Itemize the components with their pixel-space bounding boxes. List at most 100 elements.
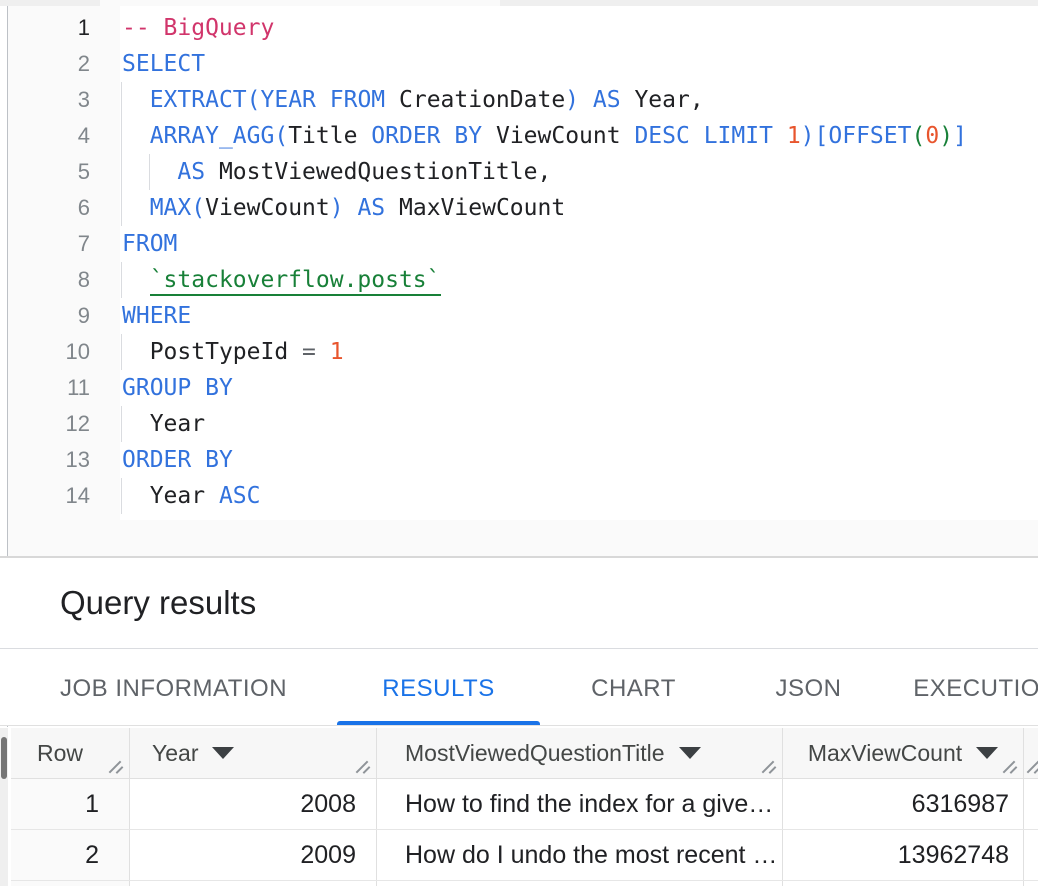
tab-results[interactable]: RESULTS: [337, 649, 540, 725]
column-resize-handle-icon[interactable]: [107, 759, 124, 774]
tab-execution-details[interactable]: EXECUTION DETAILS: [890, 649, 1038, 725]
column-header-year[interactable]: Year: [130, 728, 377, 778]
query-results-title: Query results: [60, 584, 256, 622]
column-header-row[interactable]: Row: [11, 728, 130, 778]
column-header-maxviewcount[interactable]: MaxViewCount: [783, 728, 1024, 778]
table-reference-link[interactable]: `stackoverflow.posts`: [150, 267, 441, 296]
line-number: 8: [0, 262, 90, 298]
column-header-label: Year: [152, 740, 198, 767]
code-token: OFFSET: [828, 123, 911, 149]
tab-job-information[interactable]: JOB INFORMATION: [10, 649, 337, 725]
code-token: [: [815, 123, 829, 149]
code-token: 1: [787, 123, 801, 149]
code-token: [205, 483, 219, 509]
code-token: (: [247, 87, 261, 113]
table-cell: 1: [11, 779, 130, 829]
code-line[interactable]: 4 ARRAY_AGG(Title ORDER BY ViewCount DES…: [0, 118, 1038, 154]
code-line[interactable]: 8 `stackoverflow.posts`: [0, 262, 1038, 298]
code-token: [122, 87, 150, 113]
code-token: [773, 123, 787, 149]
code-token: [690, 123, 704, 149]
tab-chart[interactable]: CHART: [540, 649, 727, 725]
table-cell: 13962748: [783, 830, 1024, 880]
code-token: [288, 339, 302, 365]
code-token: AS: [593, 87, 621, 113]
code-token: [621, 123, 635, 149]
code-token: PostTypeId: [150, 339, 288, 365]
code-token: ORDER: [371, 123, 440, 149]
results-table-area: Row Year MostViewedQuestionTitle MaxViewCou…: [0, 727, 1038, 886]
line-number: 5: [0, 154, 90, 190]
line-number: 10: [0, 334, 90, 370]
column-resize-handle-icon[interactable]: [1025, 759, 1038, 774]
table-cell: [130, 881, 377, 886]
code-line[interactable]: 5 AS MostViewedQuestionTitle,: [0, 154, 1038, 190]
code-line[interactable]: 3 EXTRACT(YEAR FROM CreationDate) AS Yea…: [0, 82, 1038, 118]
code-line[interactable]: 6 MAX(ViewCount) AS MaxViewCount: [0, 190, 1038, 226]
code-token: BY: [205, 375, 233, 401]
code-line[interactable]: 11GROUP BY: [0, 370, 1038, 406]
line-number: 12: [0, 406, 90, 442]
code-token: LIMIT: [704, 123, 773, 149]
tab-json[interactable]: JSON: [727, 649, 890, 725]
code-line[interactable]: 13ORDER BY: [0, 442, 1038, 478]
results-vertical-scrollbar[interactable]: [0, 728, 8, 886]
code-text: EXTRACT(YEAR FROM CreationDate) AS Year,: [122, 82, 704, 118]
line-number: 7: [0, 226, 90, 262]
code-token: 1: [330, 339, 344, 365]
table-cell: [11, 881, 130, 886]
line-number: 2: [0, 46, 90, 82]
code-line[interactable]: 2 SELECT: [0, 46, 1038, 82]
table-cell: [1024, 881, 1038, 886]
tab-label: JSON: [775, 675, 841, 703]
code-token: [385, 195, 399, 221]
code-token: DESC: [634, 123, 689, 149]
code-line[interactable]: 9WHERE: [0, 298, 1038, 334]
code-line[interactable]: 12 Year: [0, 406, 1038, 442]
code-line[interactable]: 7FROM: [0, 226, 1038, 262]
table-row: 12008How to find the index for a give…63…: [11, 779, 1038, 830]
code-token: ARRAY_AGG: [150, 123, 275, 149]
table-cell: [377, 881, 783, 886]
column-dropdown-arrow-icon[interactable]: [679, 747, 701, 759]
query-results-header: Query results: [0, 558, 1038, 649]
table-cell: 2: [11, 830, 130, 880]
code-token: [191, 375, 205, 401]
code-area[interactable]: 1-- BigQuery2 SELECT 3 EXTRACT(YEAR FROM C…: [0, 10, 1038, 514]
column-header-label: MaxViewCount: [808, 740, 962, 767]
code-line[interactable]: 10 PostTypeId = 1: [0, 334, 1038, 370]
code-line[interactable]: 1-- BigQuery: [0, 10, 1038, 46]
indent-guide: [121, 82, 122, 118]
column-resize-handle-icon[interactable]: [1001, 759, 1018, 774]
editor-footer-area: [8, 520, 1038, 556]
sql-editor[interactable]: 1-- BigQuery2 SELECT 3 EXTRACT(YEAR FROM C…: [0, 6, 1038, 556]
code-token: 0: [925, 123, 939, 149]
code-token: [482, 123, 496, 149]
column-resize-handle-icon[interactable]: [354, 759, 371, 774]
code-token: SELECT: [122, 51, 205, 77]
indent-guide: [149, 154, 150, 190]
column-dropdown-arrow-icon[interactable]: [212, 747, 234, 759]
code-token: EXTRACT: [150, 87, 247, 113]
code-token: GROUP: [122, 375, 191, 401]
column-header-mostviewedquestiontitle[interactable]: MostViewedQuestionTitle: [377, 728, 783, 778]
code-line[interactable]: 14 Year ASC: [0, 478, 1038, 514]
code-token: [122, 339, 150, 365]
code-token: [357, 123, 371, 149]
table-cell: How do I undo the most recent …: [377, 830, 783, 880]
code-text: `stackoverflow.posts`: [122, 262, 441, 298]
code-token: =: [302, 339, 316, 365]
results-tabs: JOB INFORMATIONRESULTSCHART JSON EXECUTION…: [0, 649, 1038, 726]
code-token: [122, 267, 150, 293]
line-number: 14: [0, 478, 90, 514]
code-text: Year: [122, 406, 205, 442]
code-text: AS MostViewedQuestionTitle,: [122, 154, 551, 190]
code-token: ): [330, 195, 344, 221]
column-dropdown-arrow-icon[interactable]: [976, 747, 998, 759]
scrollbar-thumb[interactable]: [1, 737, 7, 779]
column-resize-handle-icon[interactable]: [760, 759, 777, 774]
code-token: [441, 123, 455, 149]
tab-label: EXECUTION DETAILS: [913, 675, 1038, 703]
code-token: FROM: [330, 87, 385, 113]
code-token: AS: [177, 159, 205, 185]
